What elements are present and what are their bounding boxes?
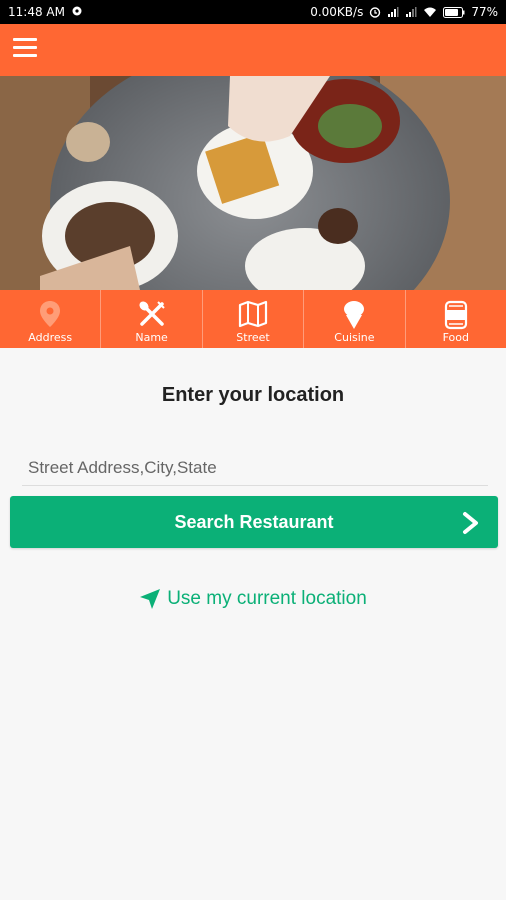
category-label: Name (135, 331, 168, 344)
fork-knife-icon (139, 301, 165, 326)
category-bar: Address Name Street Cuisine Food (0, 290, 506, 348)
battery-level: 77% (471, 5, 498, 19)
hero-image (0, 76, 506, 290)
status-bar: 11:48 AM 0.00KB/s 77% (0, 0, 506, 24)
restaurant-table-photo (0, 76, 506, 290)
signal-icon (388, 7, 399, 17)
category-name[interactable]: Name (100, 290, 201, 348)
category-street[interactable]: Street (201, 290, 303, 348)
battery-icon (443, 6, 465, 18)
search-restaurant-button[interactable]: Search Restaurant (10, 496, 498, 548)
use-location-label: Use my current location (167, 588, 367, 609)
network-speed: 0.00KB/s (310, 5, 364, 19)
page-heading: Enter your location (161, 384, 345, 406)
location-pin-icon (72, 6, 82, 16)
status-time: 11:48 AM (8, 5, 65, 19)
app-toolbar (0, 24, 506, 76)
category-label: Food (442, 331, 470, 344)
category-label: Street (236, 331, 270, 344)
ice-cream-icon (344, 301, 365, 329)
wifi-icon (424, 7, 437, 17)
use-current-location-link[interactable]: Use my current location (0, 588, 506, 610)
search-button-label: Search Restaurant (174, 511, 334, 532)
navigation-arrow-icon (140, 589, 161, 609)
hamburger-menu-icon[interactable] (13, 38, 37, 58)
category-address[interactable]: Address (0, 290, 100, 348)
location-search-input[interactable] (22, 450, 488, 486)
map-icon (238, 300, 268, 328)
alarm-icon (370, 7, 381, 18)
map-pin-icon (40, 301, 61, 327)
category-label: Address (28, 331, 73, 344)
food-can-icon (444, 300, 467, 330)
signal-icon (406, 7, 417, 17)
category-cuisine[interactable]: Cuisine (303, 290, 404, 348)
category-label: Cuisine (334, 331, 375, 344)
category-food[interactable]: Food (404, 290, 506, 348)
chevron-right-icon (463, 512, 478, 534)
